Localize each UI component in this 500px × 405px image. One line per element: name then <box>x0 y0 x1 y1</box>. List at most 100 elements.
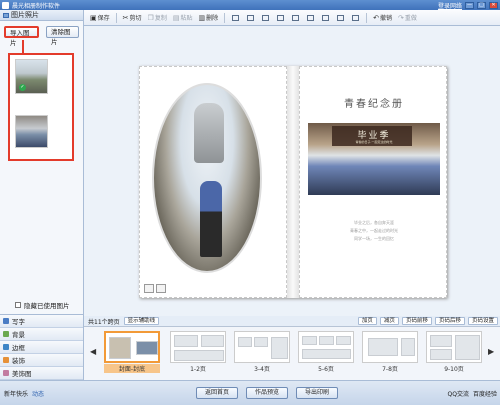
tab-background[interactable]: 背景 <box>0 328 83 341</box>
cut-button[interactable]: ✂ 剪切 <box>121 13 144 23</box>
hide-used-checkbox[interactable] <box>15 302 21 308</box>
page-thumb-3-4[interactable]: 3-4页 <box>234 331 290 373</box>
image-thumbnail-list: ✓ <box>8 53 74 161</box>
align-center-icon[interactable] <box>277 14 285 21</box>
align-right-icon[interactable] <box>292 14 300 21</box>
tab-decoration[interactable]: 装饰 <box>0 354 83 367</box>
hide-used-option[interactable]: 隐藏已使用图片 <box>15 300 70 310</box>
move-page-back-button[interactable]: 页码后移 <box>434 317 465 325</box>
news-link[interactable]: 动态 <box>32 389 44 398</box>
image-panel-title: 图片照片 <box>11 11 39 19</box>
send-back-icon[interactable] <box>247 14 255 21</box>
import-images-button[interactable]: 导入图片 <box>4 26 39 47</box>
page-label: 封面-封底 <box>104 364 160 373</box>
group-photo[interactable]: 毕业季 青春的日子·一起走过的时光 <box>308 123 440 195</box>
qq-chat-link[interactable]: QQ交流 <box>448 389 469 398</box>
page-thumb-1-2[interactable]: 1-2页 <box>170 331 226 373</box>
save-icon: ▣ <box>90 13 97 22</box>
page-tools <box>144 284 166 293</box>
align-top-icon[interactable] <box>307 14 315 21</box>
copy-icon: ❐ <box>147 13 154 22</box>
add-page-button[interactable]: 加页 <box>357 317 377 325</box>
copy-button[interactable]: ❐ 复制 <box>146 13 169 23</box>
page-layout-icon[interactable] <box>144 284 154 293</box>
hide-used-label: 隐藏已使用图片 <box>24 302 70 310</box>
text-icon <box>3 318 9 324</box>
paste-button[interactable]: ▤ 粘贴 <box>171 13 195 23</box>
app-icon <box>2 1 9 9</box>
page-settings-button[interactable]: 页码设置 <box>467 317 498 325</box>
page-label: 3-4页 <box>254 366 270 373</box>
toolbar: ▣ 保存 ✂ 剪切 ❐ 复制 ▤ 粘贴 ▥ 删除 ↶ 撤销 ↷ 重做 <box>84 10 500 26</box>
page-label: 5-6页 <box>318 366 334 373</box>
toolbar-divider <box>224 12 226 23</box>
remove-page-button[interactable]: 减页 <box>379 317 399 325</box>
align-bottom-icon[interactable] <box>337 14 345 21</box>
beautify-icon <box>3 370 9 376</box>
login-link[interactable]: 登录网络 <box>438 1 462 10</box>
page-strip-bar: 共11个跨页 显示辅助线 加页 减页 页码前移 页码后移 页码设置 <box>84 316 500 326</box>
tab-text[interactable]: 写字 <box>0 315 83 328</box>
image-thumbnail[interactable]: ✓ <box>15 59 48 94</box>
bottom-bar: 新年快乐 动态 返回首页 作品预览 导出印刷 QQ交流 百度经验 <box>0 380 500 405</box>
window-title: 晨光相册制作软件 <box>12 2 61 10</box>
right-page[interactable]: 青春纪念册 毕业季 青春的日子·一起走过的时光 毕业之后，各自奔天涯 青春之中，… <box>299 66 447 298</box>
title-bar: 晨光相册制作软件 登录网络 — □ ✕ <box>0 0 500 10</box>
preview-button[interactable]: 作品预览 <box>246 387 289 399</box>
close-button[interactable]: ✕ <box>489 1 498 9</box>
frame-icon <box>3 344 9 350</box>
decoration-icon <box>3 357 9 363</box>
image-panel-header: 图片照片 <box>0 10 83 21</box>
oval-photo-frame[interactable] <box>152 83 262 273</box>
page-thumb-9-10[interactable]: 9-10页 <box>426 331 482 373</box>
image-panel: 图片照片 导入图片 清除图片 ✓ 隐藏已使用图片 <box>0 10 84 314</box>
redo-icon: ↷ <box>398 13 404 22</box>
used-check-icon: ✓ <box>19 84 26 91</box>
page-thumb-5-6[interactable]: 5-6页 <box>298 331 354 373</box>
page-thumb-cover[interactable]: 封面-封底 <box>104 331 160 373</box>
photo-person <box>200 181 222 257</box>
align-left-icon[interactable] <box>262 14 270 21</box>
delete-button[interactable]: ▥ 删除 <box>196 13 220 23</box>
photo-statue <box>194 103 224 163</box>
move-page-forward-button[interactable]: 页码前移 <box>401 317 432 325</box>
tab-frame[interactable]: 边框 <box>0 341 83 354</box>
page-label: 1-2页 <box>190 366 206 373</box>
page-count: 共11个跨页 <box>88 318 120 326</box>
page-label: 9-10页 <box>444 366 464 373</box>
left-page[interactable] <box>139 66 287 298</box>
undo-button[interactable]: ↶ 撤销 <box>371 13 394 23</box>
trash-icon: ▥ <box>198 13 206 22</box>
redo-button[interactable]: ↷ 重做 <box>396 13 419 23</box>
scissors-icon: ✂ <box>122 13 129 22</box>
distribute-icon[interactable] <box>352 14 360 21</box>
poem-text[interactable]: 毕业之后，各自奔天涯 青春之中，一起走过的时光 同学一场，一生的回忆 <box>300 219 448 243</box>
material-tabs: 写字 背景 边框 装饰 美饰图 <box>0 314 84 380</box>
tab-beautify[interactable]: 美饰图 <box>0 367 83 380</box>
minimize-button[interactable]: — <box>465 1 474 9</box>
page-image-icon[interactable] <box>156 284 166 293</box>
picture-icon <box>3 12 9 18</box>
maximize-button[interactable]: □ <box>477 1 486 9</box>
scroll-left-icon[interactable]: ◀ <box>90 347 96 356</box>
page-thumb-7-8[interactable]: 7-8页 <box>362 331 418 373</box>
editing-canvas[interactable]: 青春纪念册 毕业季 青春的日子·一起走过的时光 毕业之后，各自奔天涯 青春之中，… <box>84 26 500 316</box>
page-label: 7-8页 <box>382 366 398 373</box>
show-guides-button[interactable]: 显示辅助线 <box>123 317 160 325</box>
status-text: 新年快乐 <box>4 390 29 398</box>
back-home-button[interactable]: 返回首页 <box>196 387 239 399</box>
image-thumbnail[interactable] <box>15 115 48 148</box>
save-button[interactable]: ▣ 保存 <box>88 13 112 23</box>
scroll-right-icon[interactable]: ▶ <box>488 347 494 356</box>
spread-gutter <box>287 66 299 298</box>
background-icon <box>3 331 9 337</box>
baidu-jingyan-watermark: 百度经验 <box>472 390 497 398</box>
align-middle-icon[interactable] <box>322 14 330 21</box>
page-thumbnail-strip: ◀ 封面-封底 1-2页 3-4页 5-6页 7-8页 9-10页 ▶ <box>84 326 500 380</box>
export-print-button[interactable]: 导出印刷 <box>296 387 339 399</box>
paste-icon: ▤ <box>172 13 180 22</box>
photo-subcaption: 青春的日子·一起走过的时光 <box>355 140 393 144</box>
album-title[interactable]: 青春纪念册 <box>300 95 448 110</box>
bring-front-icon[interactable] <box>232 14 240 21</box>
clear-images-button[interactable]: 清除图片 <box>46 26 79 46</box>
